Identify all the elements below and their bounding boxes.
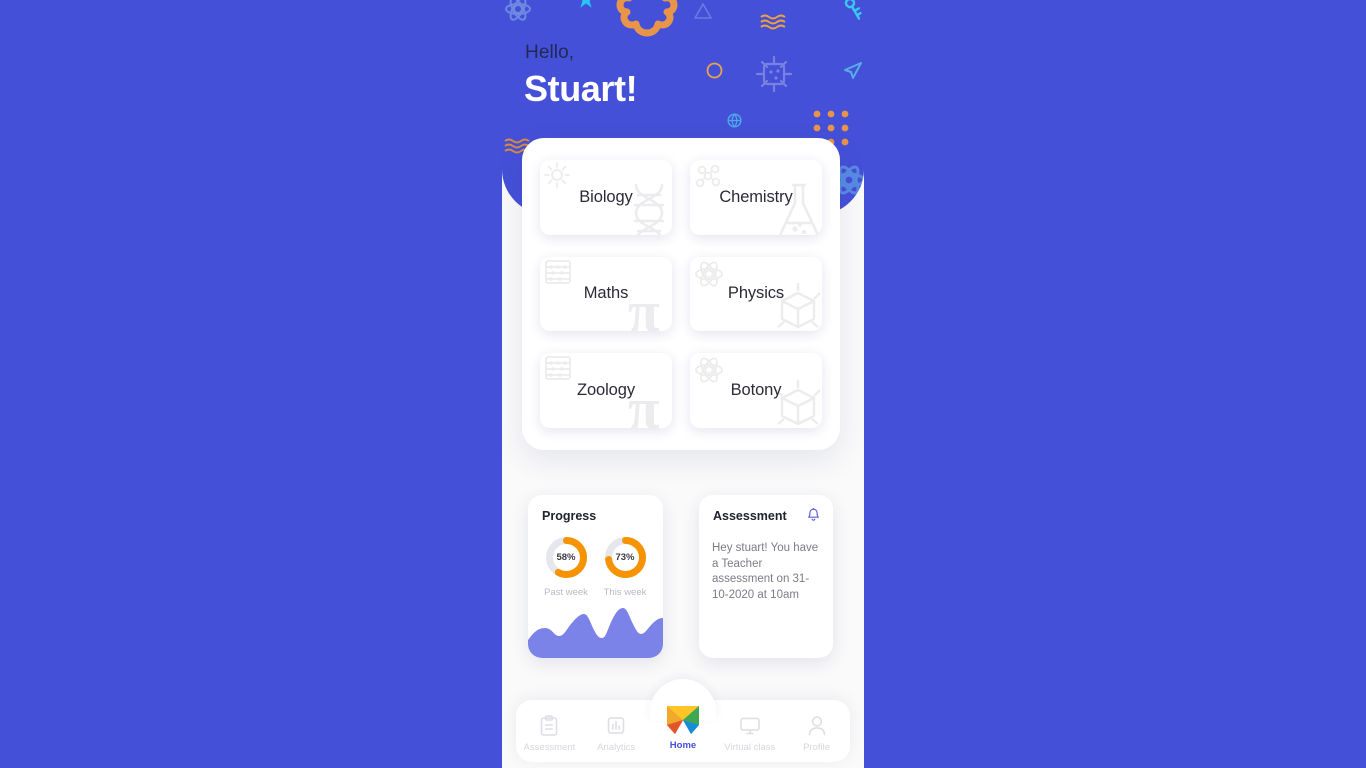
brain-icon: [616, 0, 678, 37]
dashboard-cards-row: Progress 58% Past week 73% This week Ass…: [528, 495, 838, 660]
nav-label: Virtual class: [724, 742, 776, 753]
progress-card-title: Progress: [542, 509, 597, 523]
svg-text:π: π: [628, 281, 660, 331]
bell-icon[interactable]: [807, 508, 820, 522]
subject-card-botony[interactable]: Botony: [690, 353, 822, 428]
app-logo-icon: [666, 706, 699, 734]
abacus-icon: [545, 259, 571, 284]
subject-card-maths[interactable]: π Maths: [540, 256, 672, 332]
clipboard-icon: [541, 715, 558, 736]
donut-past-week: 58% Past week: [544, 535, 589, 598]
abacus-icon: [545, 356, 571, 381]
circle-outline-icon: [706, 62, 723, 79]
donut-caption: This week: [603, 587, 647, 598]
progress-card[interactable]: Progress 58% Past week 73% This week: [528, 495, 663, 658]
assessment-message: Hey stuart! You have a Teacher assessmen…: [712, 542, 819, 601]
paper-plane-icon: [844, 62, 862, 79]
monitor-icon: [739, 717, 760, 735]
triangle-icon: [694, 3, 712, 19]
donut-chart: 73%: [603, 535, 648, 580]
subject-grid: Biology Chemistry π Maths Physics π Zool…: [540, 160, 822, 428]
nav-item-home[interactable]: Home: [651, 705, 715, 751]
bar-chart-icon: [607, 717, 625, 734]
nav-item-virtual-class[interactable]: Virtual class: [718, 715, 782, 753]
subject-label: Maths: [583, 284, 629, 303]
virus-icon: [755, 55, 793, 93]
donut-value: 73%: [615, 552, 635, 563]
bottom-navigation: Assessment Analytics Home Virtual class …: [516, 679, 850, 762]
nav-label: Profile: [803, 742, 831, 753]
assessment-card-title: Assessment: [713, 509, 787, 523]
progress-donuts: 58% Past week 73% This week: [528, 535, 663, 598]
subject-card-physics[interactable]: Physics: [690, 256, 822, 332]
nav-item-profile[interactable]: Profile: [785, 715, 849, 753]
nav-item-assessment[interactable]: Assessment: [517, 715, 581, 753]
wave-lines-icon: [760, 14, 786, 30]
greeting-text: Hello,: [525, 42, 575, 63]
globe-icon: [727, 113, 742, 128]
atom-icon: [505, 0, 531, 21]
donut-value: 58%: [556, 552, 576, 563]
subject-card-biology[interactable]: Biology: [540, 160, 672, 235]
donut-caption: Past week: [544, 587, 588, 598]
subject-panel: Biology Chemistry π Maths Physics π Zool…: [522, 138, 840, 450]
subject-card-zoology[interactable]: π Zoology: [540, 353, 672, 428]
person-icon: [808, 716, 825, 736]
key-icon: [844, 0, 862, 20]
pi-icon: π: [628, 281, 660, 331]
donut-chart: 58%: [544, 535, 589, 580]
nav-item-analytics[interactable]: Analytics: [584, 715, 648, 753]
assessment-card[interactable]: Assessment Hey stuart! You have a Teache…: [699, 495, 833, 658]
atom-icon: [695, 357, 723, 383]
phone-screen: Hello, Stuart! Biology Chemistry π Maths…: [502, 0, 864, 768]
nav-label: Assessment: [523, 742, 576, 753]
donut-this-week: 73% This week: [603, 535, 648, 598]
subject-label: Zoology: [576, 381, 635, 400]
star-icon: [580, 0, 592, 8]
subject-label: Botony: [730, 381, 782, 400]
sun-icon: [544, 162, 570, 188]
nav-label: Analytics: [597, 742, 636, 753]
subject-label: Chemistry: [719, 187, 793, 206]
atom-icon: [695, 261, 723, 287]
subject-label: Physics: [727, 284, 785, 303]
subject-label: Biology: [579, 187, 633, 206]
nav-label: Home: [669, 740, 697, 751]
progress-sparkline: [528, 608, 663, 658]
subject-card-chemistry[interactable]: Chemistry: [690, 160, 822, 235]
user-name: Stuart!: [524, 68, 638, 109]
